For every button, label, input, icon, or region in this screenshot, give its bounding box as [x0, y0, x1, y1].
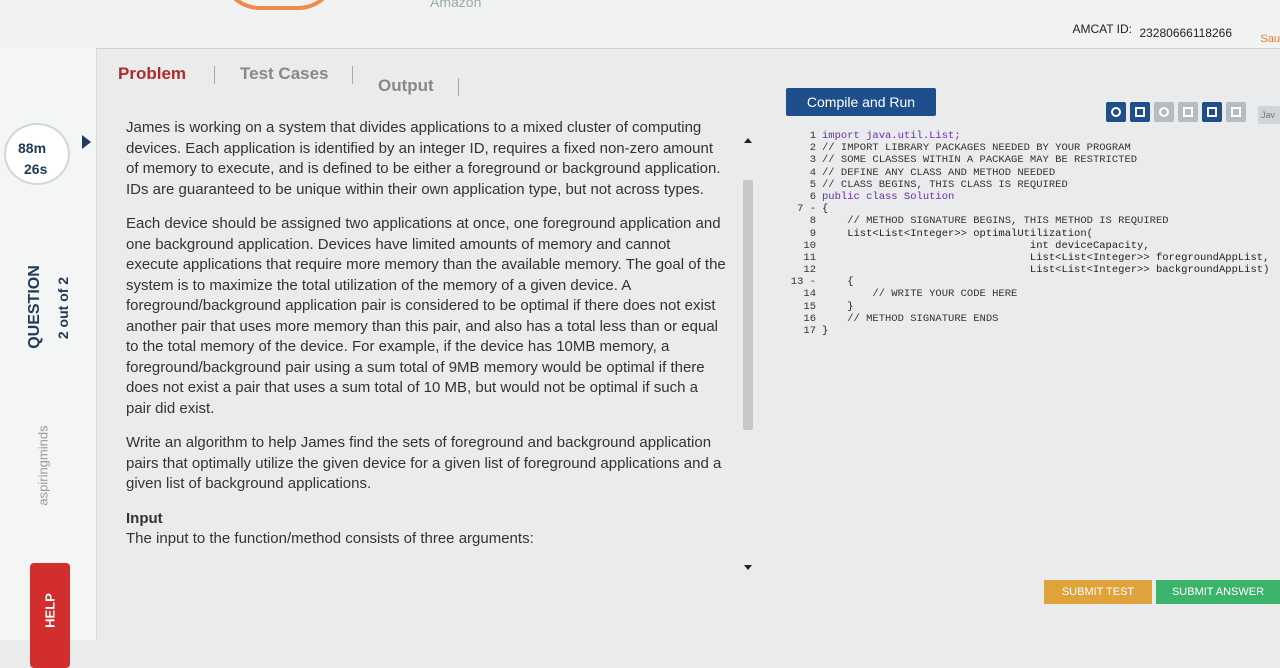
- amcat-id-label: AMCAT ID:: [1072, 22, 1132, 36]
- watermark-logo: aspiringminds: [35, 425, 51, 506]
- tab-divider: [458, 78, 459, 96]
- line-number: 2: [809, 142, 816, 155]
- code-line[interactable]: // SOME CLASSES WITHIN A PACKAGE MAY BE …: [822, 154, 1269, 166]
- tab-divider: [352, 66, 353, 84]
- code-line[interactable]: import java.util.List;: [822, 130, 1269, 142]
- problem-scrollbar[interactable]: [742, 130, 754, 570]
- compile-and-run-button[interactable]: Compile and Run: [786, 88, 936, 116]
- brand-text: Amazon: [430, 0, 482, 10]
- line-number: 15: [803, 300, 816, 313]
- line-number: 6: [809, 190, 816, 203]
- code-line[interactable]: List<List<Integer>> backgroundAppList): [822, 264, 1269, 276]
- line-numbers: 1234567 -8 9 10 11 12 13 -14 15 16 17: [776, 130, 816, 337]
- tab-divider: [214, 66, 215, 84]
- line-number: 13 -: [790, 276, 816, 289]
- line-number: 11: [803, 251, 816, 264]
- code-line[interactable]: List<List<Integer>> foregroundAppList,: [822, 252, 1269, 264]
- line-number: 7 -: [797, 203, 816, 216]
- tab-problem[interactable]: Problem: [118, 64, 186, 84]
- code-line[interactable]: // METHOD SIGNATURE ENDS: [822, 313, 1269, 325]
- code-line[interactable]: }: [822, 325, 1269, 337]
- timer: 88m 26s: [4, 123, 70, 185]
- code-line[interactable]: // DEFINE ANY CLASS AND METHOD NEEDED: [822, 167, 1269, 179]
- settings-icon[interactable]: [1226, 102, 1246, 122]
- input-description: The input to the function/method consist…: [126, 530, 534, 547]
- language-select[interactable]: Jav: [1258, 106, 1280, 124]
- line-number: 9: [809, 227, 816, 240]
- code-line[interactable]: {: [822, 276, 1269, 288]
- code-line[interactable]: }: [822, 301, 1269, 313]
- timer-seconds: 26s: [24, 161, 48, 177]
- user-name: Sau: [1260, 33, 1280, 45]
- help-button[interactable]: HELP: [30, 563, 70, 668]
- top-bar: Amazon AMCAT ID: 23280666118266 Sau: [0, 0, 1280, 49]
- line-number: 8: [809, 215, 816, 228]
- tab-test-cases[interactable]: Test Cases: [240, 64, 329, 84]
- timer-minutes: 88m: [18, 140, 47, 156]
- scroll-down-icon[interactable]: [744, 565, 752, 570]
- line-number: 1: [809, 130, 816, 142]
- scroll-thumb[interactable]: [743, 180, 753, 430]
- code-content[interactable]: import java.util.List;// IMPORT LIBRARY …: [822, 130, 1269, 337]
- problem-paragraph: James is working on a system that divide…: [126, 119, 721, 198]
- fullscreen-icon[interactable]: [1202, 102, 1222, 122]
- question-count: 2 out of 2: [55, 276, 71, 340]
- sidebar: 88m 26s QUESTION 2 out of 2 aspiringmind…: [0, 48, 97, 668]
- question-label: QUESTION: [26, 265, 43, 349]
- code-line[interactable]: // CLASS BEGINS, THIS CLASS IS REQUIRED: [822, 179, 1269, 191]
- input-heading: Input: [126, 509, 163, 527]
- line-number: 14: [803, 288, 816, 301]
- amcat-id-value: 23280666118266: [1139, 26, 1232, 40]
- line-number: 3: [809, 154, 816, 167]
- code-line[interactable]: int deviceCapacity,: [822, 240, 1269, 252]
- reset-icon[interactable]: [1106, 102, 1126, 122]
- problem-paragraph: Each device should be assigned two appli…: [126, 215, 726, 417]
- collapse-arrow-icon[interactable]: [82, 135, 91, 149]
- problem-statement: James is working on a system that divide…: [126, 118, 726, 588]
- line-number: 12: [803, 264, 816, 277]
- code-line[interactable]: public class Solution: [822, 191, 1269, 203]
- line-number: 5: [809, 178, 816, 191]
- code-line[interactable]: List<List<Integer>> optimalUtilization(: [822, 228, 1269, 240]
- submit-answer-button[interactable]: SUBMIT ANSWER: [1156, 580, 1280, 604]
- code-line[interactable]: // IMPORT LIBRARY PACKAGES NEEDED BY YOU…: [822, 142, 1269, 154]
- tab-output[interactable]: Output: [378, 76, 434, 96]
- scroll-up-icon[interactable]: [744, 138, 752, 143]
- code-line[interactable]: // METHOD SIGNATURE BEGINS, THIS METHOD …: [822, 215, 1269, 227]
- brand-logo: [220, 0, 338, 10]
- help-label: HELP: [42, 593, 58, 628]
- save-icon[interactable]: [1130, 102, 1150, 122]
- theme-icon[interactable]: [1154, 102, 1174, 122]
- layout-icon[interactable]: [1178, 102, 1198, 122]
- line-number: 10: [803, 239, 816, 252]
- line-number: 17: [803, 325, 816, 337]
- line-number: 16: [803, 312, 816, 325]
- code-editor[interactable]: 1234567 -8 9 10 11 12 13 -14 15 16 17 import jav…: [776, 130, 1270, 360]
- submit-test-button[interactable]: SUBMIT TEST: [1044, 580, 1152, 604]
- line-number: 4: [809, 166, 816, 179]
- code-line[interactable]: {: [822, 203, 1269, 215]
- code-line[interactable]: // WRITE YOUR CODE HERE: [822, 288, 1269, 300]
- problem-paragraph: Write an algorithm to help James find th…: [126, 434, 722, 492]
